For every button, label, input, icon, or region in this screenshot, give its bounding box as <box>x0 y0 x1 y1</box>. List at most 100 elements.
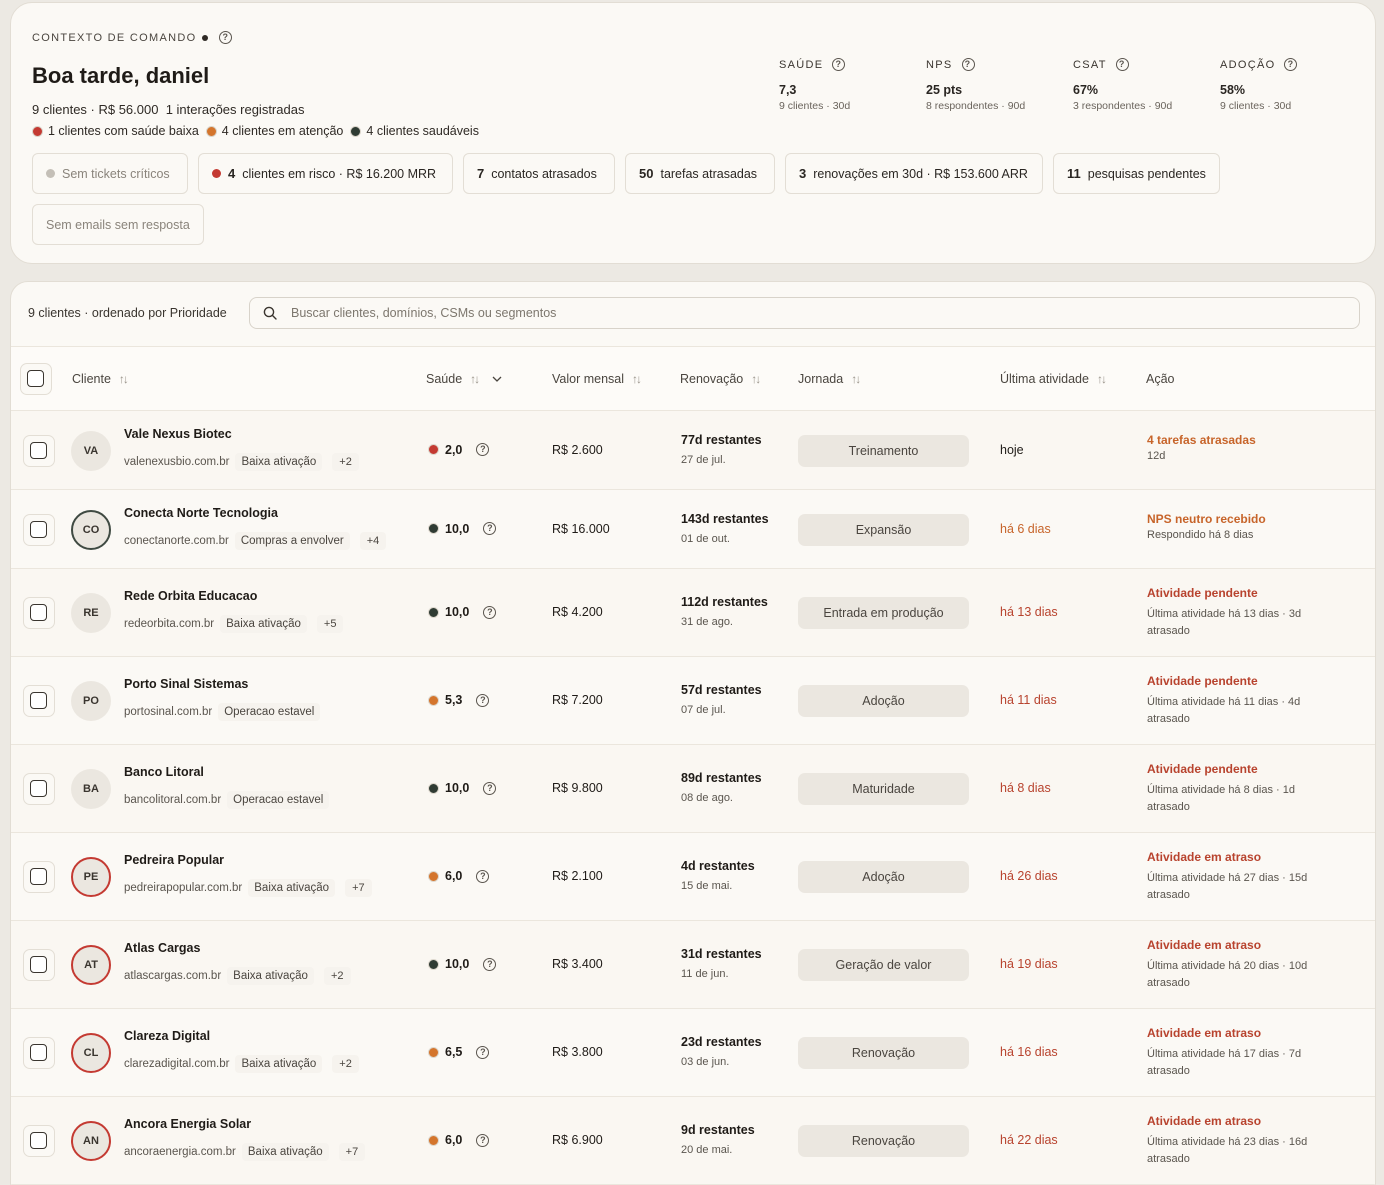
more-tags-badge[interactable]: +7 <box>345 879 372 897</box>
table-row[interactable]: PE Pedreira Popular pedreirapopular.com.br… <box>11 833 1375 921</box>
col-last-activity[interactable]: Última atividade ↑↓ <box>1000 372 1107 386</box>
table-row[interactable]: CL Clareza Digital clarezadigital.com.br Ba… <box>11 1009 1375 1097</box>
chip-renewals-30d[interactable]: 3 renovações em 30d · R$ 153.600 ARR <box>785 153 1043 194</box>
row-checkbox[interactable] <box>30 780 47 797</box>
client-name[interactable]: Rede Orbita Educacao <box>124 589 257 603</box>
more-tags-badge[interactable]: +2 <box>323 967 351 985</box>
chip-overdue-tasks[interactable]: 50 tarefas atrasadas <box>625 153 775 194</box>
journey-stage-badge[interactable]: Geração de valor <box>798 949 969 981</box>
client-name[interactable]: Porto Sinal Sistemas <box>124 677 248 691</box>
table-row[interactable]: AN Ancora Energia Solar ancoraenergia.com.… <box>11 1097 1375 1185</box>
help-icon[interactable]: ? <box>483 605 497 619</box>
help-icon[interactable]: ? <box>476 443 490 456</box>
table-row[interactable]: BA Banco Litoral bancolitoral.com.br Operac… <box>11 745 1375 833</box>
journey-stage-badge[interactable]: Adoção <box>798 685 969 717</box>
portfolio-summary: 9 clientes · R$ 56.000 1 interações regi… <box>32 102 305 117</box>
action-title[interactable]: 4 tarefas atrasadas <box>1147 433 1256 447</box>
more-tags-badge[interactable]: +5 <box>316 615 344 633</box>
row-checkbox[interactable] <box>30 1132 47 1149</box>
help-icon[interactable]: ? <box>961 58 975 71</box>
chip-no-critical-tickets[interactable]: Sem tickets críticos <box>32 153 188 194</box>
chip-no-unanswered-emails[interactable]: Sem emails sem resposta <box>32 204 204 245</box>
journey-stage-badge[interactable]: Renovação <box>798 1037 969 1069</box>
search-box[interactable] <box>249 297 1360 329</box>
journey-stage-badge[interactable]: Expansão <box>798 513 969 546</box>
sort-icon[interactable]: ↑↓ <box>632 372 642 386</box>
health-score: 5,3? <box>428 693 490 707</box>
action-title[interactable]: NPS neutro recebido <box>1147 512 1266 526</box>
health-value: 10,0 <box>445 957 470 971</box>
row-checkbox[interactable] <box>30 1044 47 1061</box>
renewal-days: 112d restantes <box>681 595 768 609</box>
action-title[interactable]: Atividade em atraso <box>1147 938 1261 952</box>
help-icon[interactable]: ? <box>476 869 490 883</box>
row-checkbox[interactable] <box>30 868 47 885</box>
journey-stage-badge[interactable]: Entrada em produção <box>798 597 969 629</box>
help-icon[interactable]: ? <box>476 1045 490 1059</box>
col-journey[interactable]: Jornada ↑↓ <box>798 372 861 386</box>
orange-dot-icon <box>205 125 217 137</box>
more-tags-badge[interactable]: +4 <box>359 531 387 550</box>
journey-stage-badge[interactable]: Maturidade <box>798 773 969 805</box>
sort-icon[interactable]: ↑↓ <box>851 372 861 386</box>
action-title[interactable]: Atividade em atraso <box>1147 1026 1261 1040</box>
client-name[interactable]: Ancora Energia Solar <box>124 1117 251 1131</box>
sort-icon[interactable]: ↑↓ <box>751 372 761 386</box>
client-name[interactable]: Conecta Norte Tecnologia <box>124 506 278 520</box>
row-checkbox[interactable] <box>30 441 47 459</box>
table-row[interactable]: VA Vale Nexus Biotec valenexusbio.com.br Ba… <box>11 411 1375 490</box>
action-title[interactable]: Atividade pendente <box>1147 586 1258 600</box>
row-checkbox[interactable] <box>30 956 47 973</box>
segment-tag: Baixa ativação <box>248 879 336 897</box>
chip-pending-surveys[interactable]: 11 pesquisas pendentes <box>1053 153 1220 194</box>
more-tags-badge[interactable]: +2 <box>332 1055 359 1073</box>
row-checkbox-wrapper <box>23 434 55 467</box>
row-checkbox[interactable] <box>30 520 47 538</box>
journey-stage-badge[interactable]: Renovação <box>798 1125 969 1157</box>
action-title[interactable]: Atividade pendente <box>1147 762 1258 776</box>
col-client[interactable]: Cliente ↑↓ <box>72 372 129 386</box>
client-name[interactable]: Vale Nexus Biotec <box>124 427 232 441</box>
help-icon[interactable]: ? <box>1115 58 1129 71</box>
row-checkbox[interactable] <box>30 692 47 709</box>
table-row[interactable]: RE Rede Orbita Educacao redeorbita.com.br B… <box>11 569 1375 657</box>
action-title[interactable]: Atividade em atraso <box>1147 1114 1261 1128</box>
sort-icon[interactable]: ↑↓ <box>119 372 129 386</box>
chevron-down-icon[interactable] <box>492 376 502 382</box>
journey-stage-badge[interactable]: Treinamento <box>798 434 969 467</box>
help-icon[interactable]: ? <box>483 781 497 795</box>
col-mrr[interactable]: Valor mensal ↑↓ <box>552 372 642 386</box>
col-health[interactable]: Saúde ↑↓ <box>426 372 502 386</box>
renewal-days: 4d restantes <box>681 859 755 873</box>
client-name[interactable]: Atlas Cargas <box>124 941 200 955</box>
health-score: 10,0? <box>428 957 497 971</box>
action-title[interactable]: Atividade em atraso <box>1147 850 1261 864</box>
select-all-checkbox[interactable] <box>27 370 44 387</box>
client-name[interactable]: Pedreira Popular <box>124 853 224 867</box>
more-tags-badge[interactable]: +7 <box>338 1143 366 1161</box>
action-title[interactable]: Atividade pendente <box>1147 674 1258 688</box>
metric-adoption: ADOÇÃO? 58% 9 clientes · 30d <box>1220 58 1367 112</box>
help-icon[interactable]: ? <box>1284 58 1298 71</box>
journey-stage-badge[interactable]: Adoção <box>798 861 969 893</box>
chip-clients-at-risk[interactable]: 4 clientes em risco · R$ 16.200 MRR <box>198 153 453 194</box>
help-icon[interactable]: ? <box>483 522 497 535</box>
chip-overdue-contacts[interactable]: 7 contatos atrasados <box>463 153 615 194</box>
sort-icon[interactable]: ↑↓ <box>470 372 480 386</box>
client-name[interactable]: Banco Litoral <box>124 765 204 779</box>
renewal-date: 31 de ago. <box>681 616 733 628</box>
row-checkbox[interactable] <box>30 604 47 621</box>
sort-icon[interactable]: ↑↓ <box>1097 372 1107 386</box>
col-renewal[interactable]: Renovação ↑↓ <box>680 372 761 386</box>
table-row[interactable]: AT Atlas Cargas atlascargas.com.br Baixa at… <box>11 921 1375 1009</box>
search-input[interactable] <box>291 306 1191 320</box>
help-icon[interactable]: ? <box>832 58 846 71</box>
help-icon[interactable]: ? <box>476 1133 490 1147</box>
more-tags-badge[interactable]: +2 <box>332 452 359 471</box>
table-row[interactable]: PO Porto Sinal Sistemas portosinal.com.br O… <box>11 657 1375 745</box>
client-name[interactable]: Clareza Digital <box>124 1029 210 1043</box>
table-row[interactable]: CO Conecta Norte Tecnologia conectanorte.c… <box>11 490 1375 569</box>
help-icon[interactable]: ? <box>483 957 497 971</box>
help-icon[interactable]: ? <box>219 31 233 44</box>
help-icon[interactable]: ? <box>476 693 490 707</box>
